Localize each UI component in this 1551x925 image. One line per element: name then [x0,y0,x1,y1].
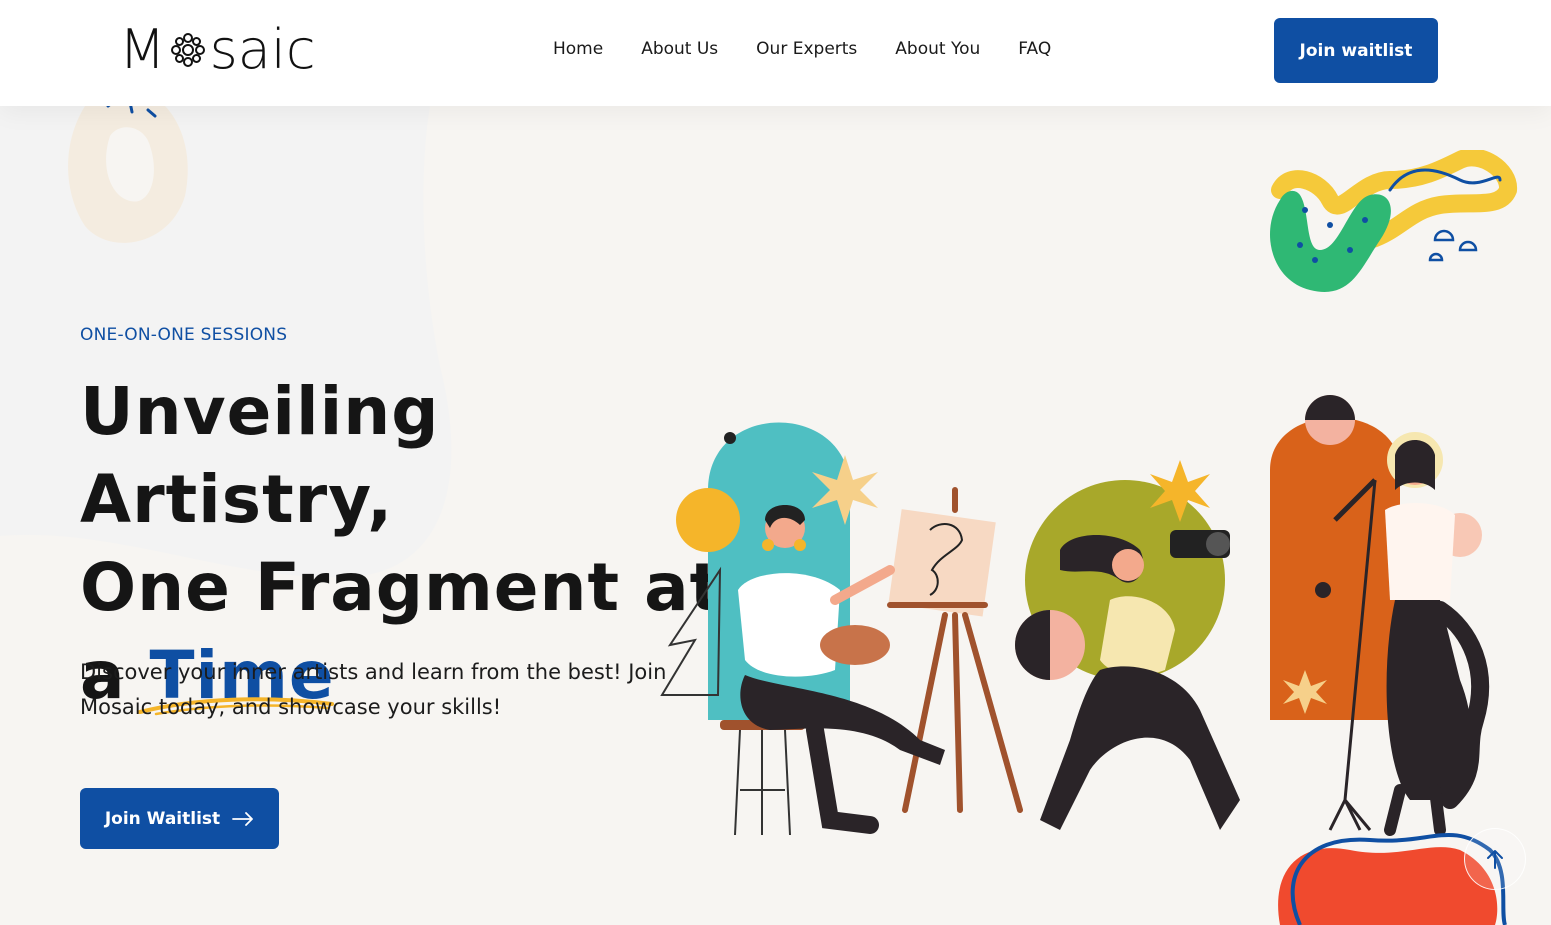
logo[interactable]: M saic [119,22,316,78]
join-waitlist-hero-button[interactable]: Join Waitlist [80,788,279,849]
join-waitlist-header-button[interactable]: Join waitlist [1274,18,1438,83]
arrow-right-icon [232,811,254,826]
painter-figure [660,422,1023,836]
nav-about-us[interactable]: About Us [641,36,718,62]
site-header: M saic Home About Us Our Experts About Y… [0,0,1551,106]
headline-line-1: Unveiling Artistry, [80,373,440,538]
squiggle-decoration [1270,150,1517,292]
artists-illustration [660,150,1517,925]
nav-home[interactable]: Home [553,36,603,62]
hero-cta-label: Join Waitlist [104,808,221,829]
nav-our-experts[interactable]: Our Experts [756,36,857,62]
mosaic-flower-icon [170,33,205,67]
singer-figure [1270,395,1490,836]
headline-line-2: One Fragment at [80,549,723,626]
hero-subtext: Discover your inner artists and learn fr… [80,660,667,719]
main-nav: Home About Us Our Experts About You FAQ [553,36,1051,62]
photographer-figure [1015,460,1240,830]
logo-text-left: M [119,18,166,81]
hero-eyebrow: ONE-ON-ONE SESSIONS [80,325,288,345]
logo-text-right: saic [209,18,316,81]
scroll-to-top-button[interactable] [1464,828,1526,890]
nav-about-you[interactable]: About You [895,36,980,62]
nav-faq[interactable]: FAQ [1018,36,1051,62]
arrow-up-icon [1487,850,1503,869]
